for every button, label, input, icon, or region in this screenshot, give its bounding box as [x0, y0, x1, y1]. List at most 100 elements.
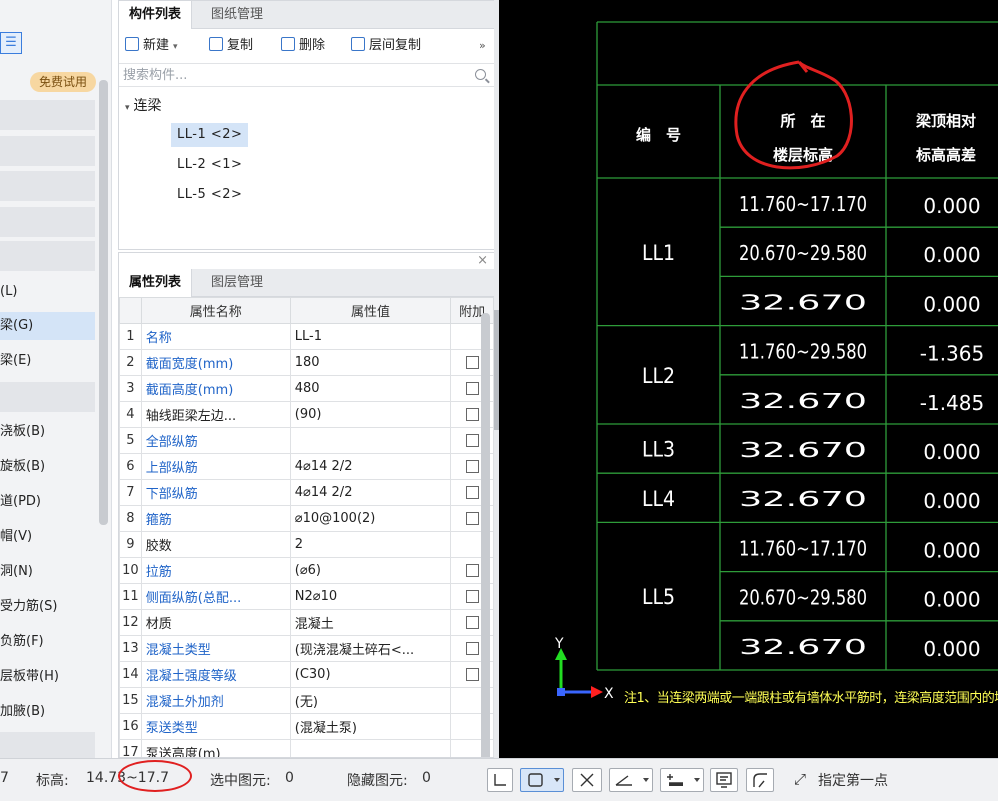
free-trial-badge[interactable]: 免费试用	[30, 72, 96, 92]
property-row[interactable]: 15 混凝土外加剂 (无)	[119, 687, 494, 714]
extra-checkbox[interactable]	[465, 512, 479, 525]
tree-item-selected[interactable]: LL-1 <2>	[171, 123, 249, 147]
nav-item[interactable]: 浇板(B)	[0, 418, 95, 446]
property-value[interactable]: 4⌀14 2/2	[289, 479, 452, 506]
property-row[interactable]: 7 下部纵筋 4⌀14 2/2	[119, 479, 494, 506]
property-scrollbar[interactable]	[481, 313, 490, 757]
extra-checkbox[interactable]	[465, 486, 479, 499]
cad-elevation-diff: 0.000	[923, 489, 980, 513]
tab-property-list[interactable]: 属性列表	[119, 269, 193, 297]
more-tools-button[interactable]: »	[479, 36, 486, 56]
property-value[interactable]: 4⌀14 2/2	[289, 453, 452, 480]
nav-placeholder[interactable]	[0, 382, 95, 412]
close-icon[interactable]: ×	[477, 253, 488, 268]
extra-checkbox[interactable]	[465, 590, 479, 603]
tab-layer-management[interactable]: 图层管理	[201, 269, 273, 297]
nav-placeholder[interactable]	[0, 241, 95, 271]
ucs-x-label: X	[604, 686, 614, 702]
property-value[interactable]: (⌀6)	[289, 557, 452, 584]
tab-component-list[interactable]: 构件列表	[119, 1, 193, 29]
property-row[interactable]: 1 名称 LL-1	[119, 323, 494, 350]
property-value[interactable]	[289, 739, 452, 757]
property-row[interactable]: 10 拉筋 (⌀6)	[119, 557, 494, 584]
search-input[interactable]	[123, 66, 463, 84]
offset-mode-button[interactable]	[660, 768, 704, 792]
angle-mode-button[interactable]	[609, 768, 653, 792]
property-row[interactable]: 11 侧面纵筋(总配... N2⌀10	[119, 583, 494, 610]
property-row[interactable]: 16 泵送类型 (混凝土泵)	[119, 713, 494, 740]
tree-root[interactable]: ▾ 连梁	[125, 95, 162, 115]
nav-placeholder[interactable]	[0, 171, 95, 201]
snap-mode-button[interactable]	[520, 768, 564, 792]
nav-placeholder[interactable]	[0, 207, 95, 237]
property-row[interactable]: 13 混凝土类型 (现浇混凝土碎石<...	[119, 635, 494, 662]
new-button[interactable]: 新建 ▾	[125, 36, 178, 56]
extra-checkbox[interactable]	[465, 564, 479, 577]
floor-copy-button[interactable]: 层间复制	[351, 36, 421, 56]
property-row[interactable]: 8 箍筋 ⌀10@100(2)	[119, 505, 494, 532]
property-row[interactable]: 6 上部纵筋 4⌀14 2/2	[119, 453, 494, 480]
property-row[interactable]: 14 混凝土强度等级 (C30)	[119, 661, 494, 688]
property-value[interactable]: (无)	[289, 687, 452, 714]
nav-placeholder[interactable]	[0, 100, 95, 130]
property-value[interactable]: 480	[289, 375, 452, 402]
extra-checkbox[interactable]	[465, 356, 479, 369]
extra-checkbox[interactable]	[465, 616, 479, 629]
chevron-down-icon[interactable]	[694, 778, 700, 782]
nav-item[interactable]: 洞(N)	[0, 558, 95, 586]
copy-button[interactable]: 复制	[209, 36, 253, 56]
delete-button[interactable]: 删除	[281, 36, 325, 56]
nav-item[interactable]: 道(PD)	[0, 488, 95, 516]
cross-mode-button[interactable]	[572, 768, 602, 792]
extra-checkbox[interactable]	[465, 434, 479, 447]
ortho-mode-button[interactable]	[487, 768, 513, 792]
display-settings-button[interactable]	[710, 768, 738, 792]
nav-item[interactable]: 旋板(B)	[0, 453, 95, 481]
chevron-down-icon[interactable]	[643, 778, 649, 782]
extra-checkbox[interactable]	[465, 642, 479, 655]
property-value[interactable]: LL-1	[289, 323, 452, 350]
property-value[interactable]: N2⌀10	[289, 583, 452, 610]
list-view-icon[interactable]: ☰	[0, 32, 22, 54]
nav-item[interactable]: 帽(V)	[0, 523, 95, 551]
property-row[interactable]: 3 截面高度(mm) 480	[119, 375, 494, 402]
extra-checkbox[interactable]	[465, 460, 479, 473]
property-value[interactable]	[289, 427, 452, 454]
property-row[interactable]: 12 材质 混凝土	[119, 609, 494, 636]
extra-checkbox[interactable]	[465, 668, 479, 681]
property-row[interactable]: 9 胶数 2	[119, 531, 494, 558]
property-row[interactable]: 17 泵送高度(m)	[119, 739, 494, 757]
property-value[interactable]: (现浇混凝土碎石<...	[289, 635, 452, 662]
nav-item[interactable]: 梁(E)	[0, 347, 95, 375]
property-value[interactable]: 混凝土	[289, 609, 452, 636]
nav-placeholder[interactable]	[0, 136, 95, 166]
tree-item[interactable]: LL-2 <1>	[171, 153, 248, 177]
extra-checkbox[interactable]	[465, 382, 479, 395]
property-row[interactable]: 4 轴线距梁左边... (90)	[119, 401, 494, 428]
property-value[interactable]: 180	[289, 349, 452, 376]
property-value[interactable]: 2	[289, 531, 452, 558]
nav-item[interactable]: 层板带(H)	[0, 663, 95, 691]
nav-item[interactable]: (L)	[0, 278, 95, 306]
extra-checkbox[interactable]	[465, 408, 479, 421]
nav-item[interactable]: 加腋(B)	[0, 698, 95, 726]
search-icon[interactable]	[475, 69, 486, 80]
property-row[interactable]: 2 截面宽度(mm) 180	[119, 349, 494, 376]
arc-mode-button[interactable]	[746, 768, 774, 792]
cad-drawing-canvas[interactable]: 编 号所 在楼层标高 梁顶相对 标高高差 LL1 11.760~17.170 0.000 2…	[499, 0, 998, 758]
nav-item[interactable]: 负筋(F)	[0, 628, 95, 656]
property-value[interactable]: (混凝土泵)	[289, 713, 452, 740]
property-value[interactable]: ⌀10@100(2)	[289, 505, 452, 532]
tree-item[interactable]: LL-5 <2>	[171, 183, 248, 207]
nav-placeholder[interactable]	[0, 732, 95, 758]
nav-item[interactable]: 受力筋(S)	[0, 593, 95, 621]
nav-scrollbar[interactable]	[99, 80, 108, 525]
cad-header-text: 编 号	[636, 126, 681, 144]
expand-arrow-icon[interactable]: ▾	[125, 103, 130, 113]
property-row[interactable]: 5 全部纵筋	[119, 427, 494, 454]
chevron-down-icon[interactable]	[554, 778, 560, 782]
property-value[interactable]: (C30)	[289, 661, 452, 688]
tab-drawing-management[interactable]: 图纸管理	[201, 1, 273, 29]
property-value[interactable]: (90)	[289, 401, 452, 428]
nav-item-selected[interactable]: 梁(G)	[0, 312, 95, 340]
